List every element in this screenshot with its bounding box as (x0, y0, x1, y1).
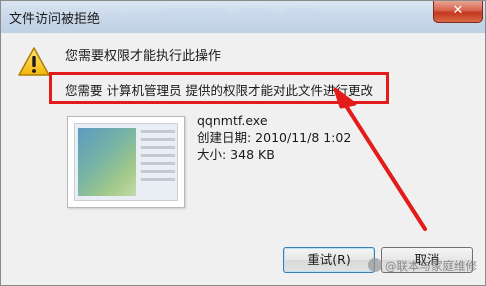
titlebar-blur-2 (239, 10, 273, 22)
titlebar-blur-3 (285, 10, 319, 22)
thumbnail-lines (141, 130, 175, 186)
title-bar[interactable]: 文件访问被拒绝 ✕ (1, 1, 485, 33)
close-icon: ✕ (452, 3, 464, 18)
titlebar-blur-1 (161, 10, 227, 22)
watermark: @联本与家庭维修 (368, 258, 477, 274)
dialog-heading: 您需要权限才能执行此操作 (65, 49, 222, 64)
permission-detail-text: 您需要 计算机管理员 提供的权限才能对此文件进行更改 (65, 83, 373, 98)
close-button[interactable]: ✕ (433, 1, 483, 23)
exe-file-thumbnail-icon (67, 116, 185, 208)
file-size: 大小: 348 KB (197, 147, 275, 162)
watermark-logo-icon (368, 258, 382, 272)
thumbnail-image (78, 128, 136, 196)
watermark-text: @联本与家庭维修 (385, 259, 477, 273)
access-denied-dialog: 文件访问被拒绝 ✕ 您需要权限才能执行此操作 您需要 计算机管理员 提供的权限才… (0, 0, 486, 286)
retry-button[interactable]: 重试(R) (283, 247, 375, 273)
dialog-body: 您需要权限才能执行此操作 您需要 计算机管理员 提供的权限才能对此文件进行更改 … (7, 34, 479, 280)
file-info: qqnmtf.exe 创建日期: 2010/11/8 1:02 大小: 348 … (197, 112, 351, 163)
warning-triangle-icon (18, 47, 50, 76)
thumbnail-frame (74, 123, 178, 201)
file-name: qqnmtf.exe (197, 113, 268, 128)
window-title: 文件访问被拒绝 (9, 12, 101, 27)
file-created-date: 创建日期: 2010/11/8 1:02 (197, 130, 352, 145)
